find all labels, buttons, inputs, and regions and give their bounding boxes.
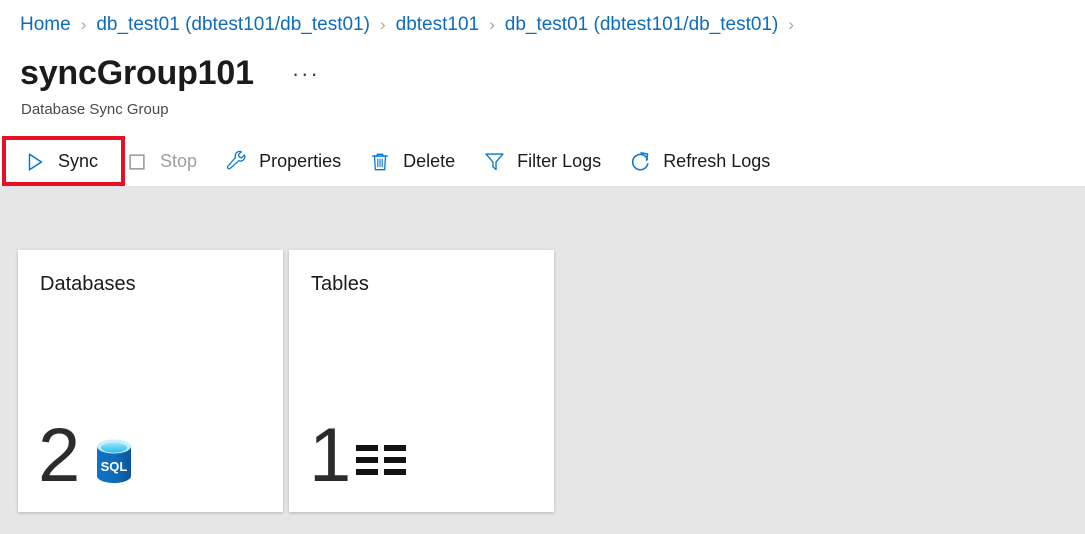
refresh-logs-button-label: Refresh Logs <box>663 151 771 171</box>
delete-button-label: Delete <box>403 151 456 171</box>
filter-logs-button-label: Filter Logs <box>517 151 602 171</box>
azure-sync-group-blade: Home › db_test01 (dbtest101/db_test01) ›… <box>0 0 1085 534</box>
page-subtitle: Database Sync Group <box>21 101 169 118</box>
databases-count: 2 <box>38 413 80 498</box>
stop-button[interactable]: Stop <box>120 144 209 180</box>
breadcrumb: Home › db_test01 (dbtest101/db_test01) ›… <box>20 13 804 37</box>
filter-logs-button[interactable]: Filter Logs <box>477 144 613 180</box>
databases-tile[interactable]: Databases 2 SQL <box>18 250 283 512</box>
svg-text:SQL: SQL <box>101 459 128 474</box>
databases-tile-title: Databases <box>40 273 136 295</box>
chevron-right-icon: › <box>80 15 87 34</box>
more-options-icon[interactable]: ··· <box>286 59 326 95</box>
properties-button-label: Properties <box>259 151 342 171</box>
table-grid-icon <box>356 444 408 478</box>
funnel-icon <box>481 149 507 175</box>
delete-button[interactable]: Delete <box>363 144 467 180</box>
sql-database-icon: SQL <box>93 438 135 484</box>
chevron-right-icon: › <box>379 15 386 34</box>
refresh-logs-button[interactable]: Refresh Logs <box>623 144 782 180</box>
wrench-icon <box>223 149 249 175</box>
breadcrumb-item-dbtest101[interactable]: dbtest101 <box>396 13 479 37</box>
tables-tile-body: 1 <box>309 413 408 498</box>
breadcrumb-item-db-test01-2[interactable]: db_test01 (dbtest101/db_test01) <box>505 13 779 37</box>
refresh-icon <box>627 149 653 175</box>
tables-tile[interactable]: Tables 1 <box>289 250 554 512</box>
sync-button-label: Sync <box>58 151 99 171</box>
trash-icon <box>367 149 393 175</box>
breadcrumb-item-db-test01[interactable]: db_test01 (dbtest101/db_test01) <box>96 13 370 37</box>
play-icon <box>22 149 48 175</box>
sync-button[interactable]: Sync <box>18 144 110 180</box>
command-bar: Sync Stop Properties Delete Filter Logs … <box>0 137 1085 186</box>
databases-tile-body: 2 SQL <box>38 413 135 498</box>
content-area: Databases 2 SQL Tables 1 <box>0 187 1085 534</box>
page-title: syncGroup101 <box>20 54 254 92</box>
page-title-row: syncGroup101 ··· <box>20 52 326 94</box>
tables-count: 1 <box>309 413 351 498</box>
chevron-right-icon: › <box>788 15 795 34</box>
tables-tile-title: Tables <box>311 273 369 295</box>
properties-button[interactable]: Properties <box>219 144 353 180</box>
chevron-right-icon: › <box>489 15 495 34</box>
stop-button-label: Stop <box>160 151 198 171</box>
tiles-container: Databases 2 SQL Tables 1 <box>18 250 554 512</box>
stop-icon <box>124 149 150 175</box>
breadcrumb-item-home[interactable]: Home <box>20 13 71 37</box>
